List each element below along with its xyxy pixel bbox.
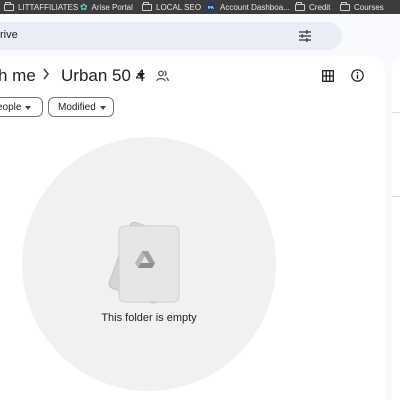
- bookmark-littaffiliates[interactable]: LITTAFFILIATES: [4, 0, 78, 14]
- breadcrumb-current-folder[interactable]: Urban 50 4: [61, 66, 145, 86]
- star-icon: ✿: [80, 1, 88, 12]
- folder-icon: [142, 1, 152, 11]
- folder-icon: [340, 1, 350, 11]
- shared-users-icon[interactable]: [156, 70, 169, 82]
- bookmarks-bar: LITTAFFILIATES ✿ Arise Portal LOCAL SEO …: [0, 0, 400, 14]
- bookmark-account-dashboard[interactable]: FA Account Dashboa...: [206, 0, 290, 14]
- folder-icon: [295, 1, 305, 11]
- info-icon[interactable]: [351, 69, 364, 82]
- chevron-right-icon: [43, 68, 50, 80]
- caret-down-icon[interactable]: [137, 73, 145, 78]
- side-panel-divider: [392, 196, 400, 197]
- bookmark-arise-portal[interactable]: ✿ Arise Portal: [80, 0, 133, 14]
- bookmark-label: Arise Portal: [91, 2, 133, 12]
- breadcrumb-parent[interactable]: h me: [0, 66, 36, 86]
- bookmark-label: LITTAFFILIATES: [18, 2, 79, 12]
- side-panel: [392, 56, 400, 400]
- fa-favicon: FA: [206, 2, 216, 12]
- bookmark-label: Courses: [354, 2, 384, 12]
- search-bar[interactable]: rive: [0, 22, 342, 50]
- modified-filter-label: Modified: [58, 101, 96, 113]
- caret-down-icon: [25, 106, 31, 110]
- bookmark-label: LOCAL SEO: [156, 2, 202, 12]
- bookmark-courses[interactable]: Courses: [340, 0, 384, 14]
- bookmark-label: Credit: [309, 2, 331, 12]
- empty-folder-message: This folder is empty: [101, 312, 197, 324]
- caret-down-icon: [100, 106, 106, 110]
- empty-folder-illustration: [108, 221, 180, 304]
- bookmark-local-seo[interactable]: LOCAL SEO: [142, 0, 201, 14]
- bookmark-label: Account Dashboa...: [220, 2, 290, 12]
- people-filter-label: eople: [0, 101, 22, 113]
- modified-filter-chip[interactable]: Modified: [48, 97, 114, 117]
- grid-view-icon[interactable]: [322, 70, 334, 82]
- search-input[interactable]: rive: [0, 29, 18, 41]
- folder-icon: [4, 1, 14, 11]
- tune-icon[interactable]: [298, 29, 312, 43]
- people-filter-chip[interactable]: eople: [0, 97, 43, 117]
- side-panel-divider: [392, 112, 400, 113]
- bookmark-credit[interactable]: Credit: [295, 0, 330, 14]
